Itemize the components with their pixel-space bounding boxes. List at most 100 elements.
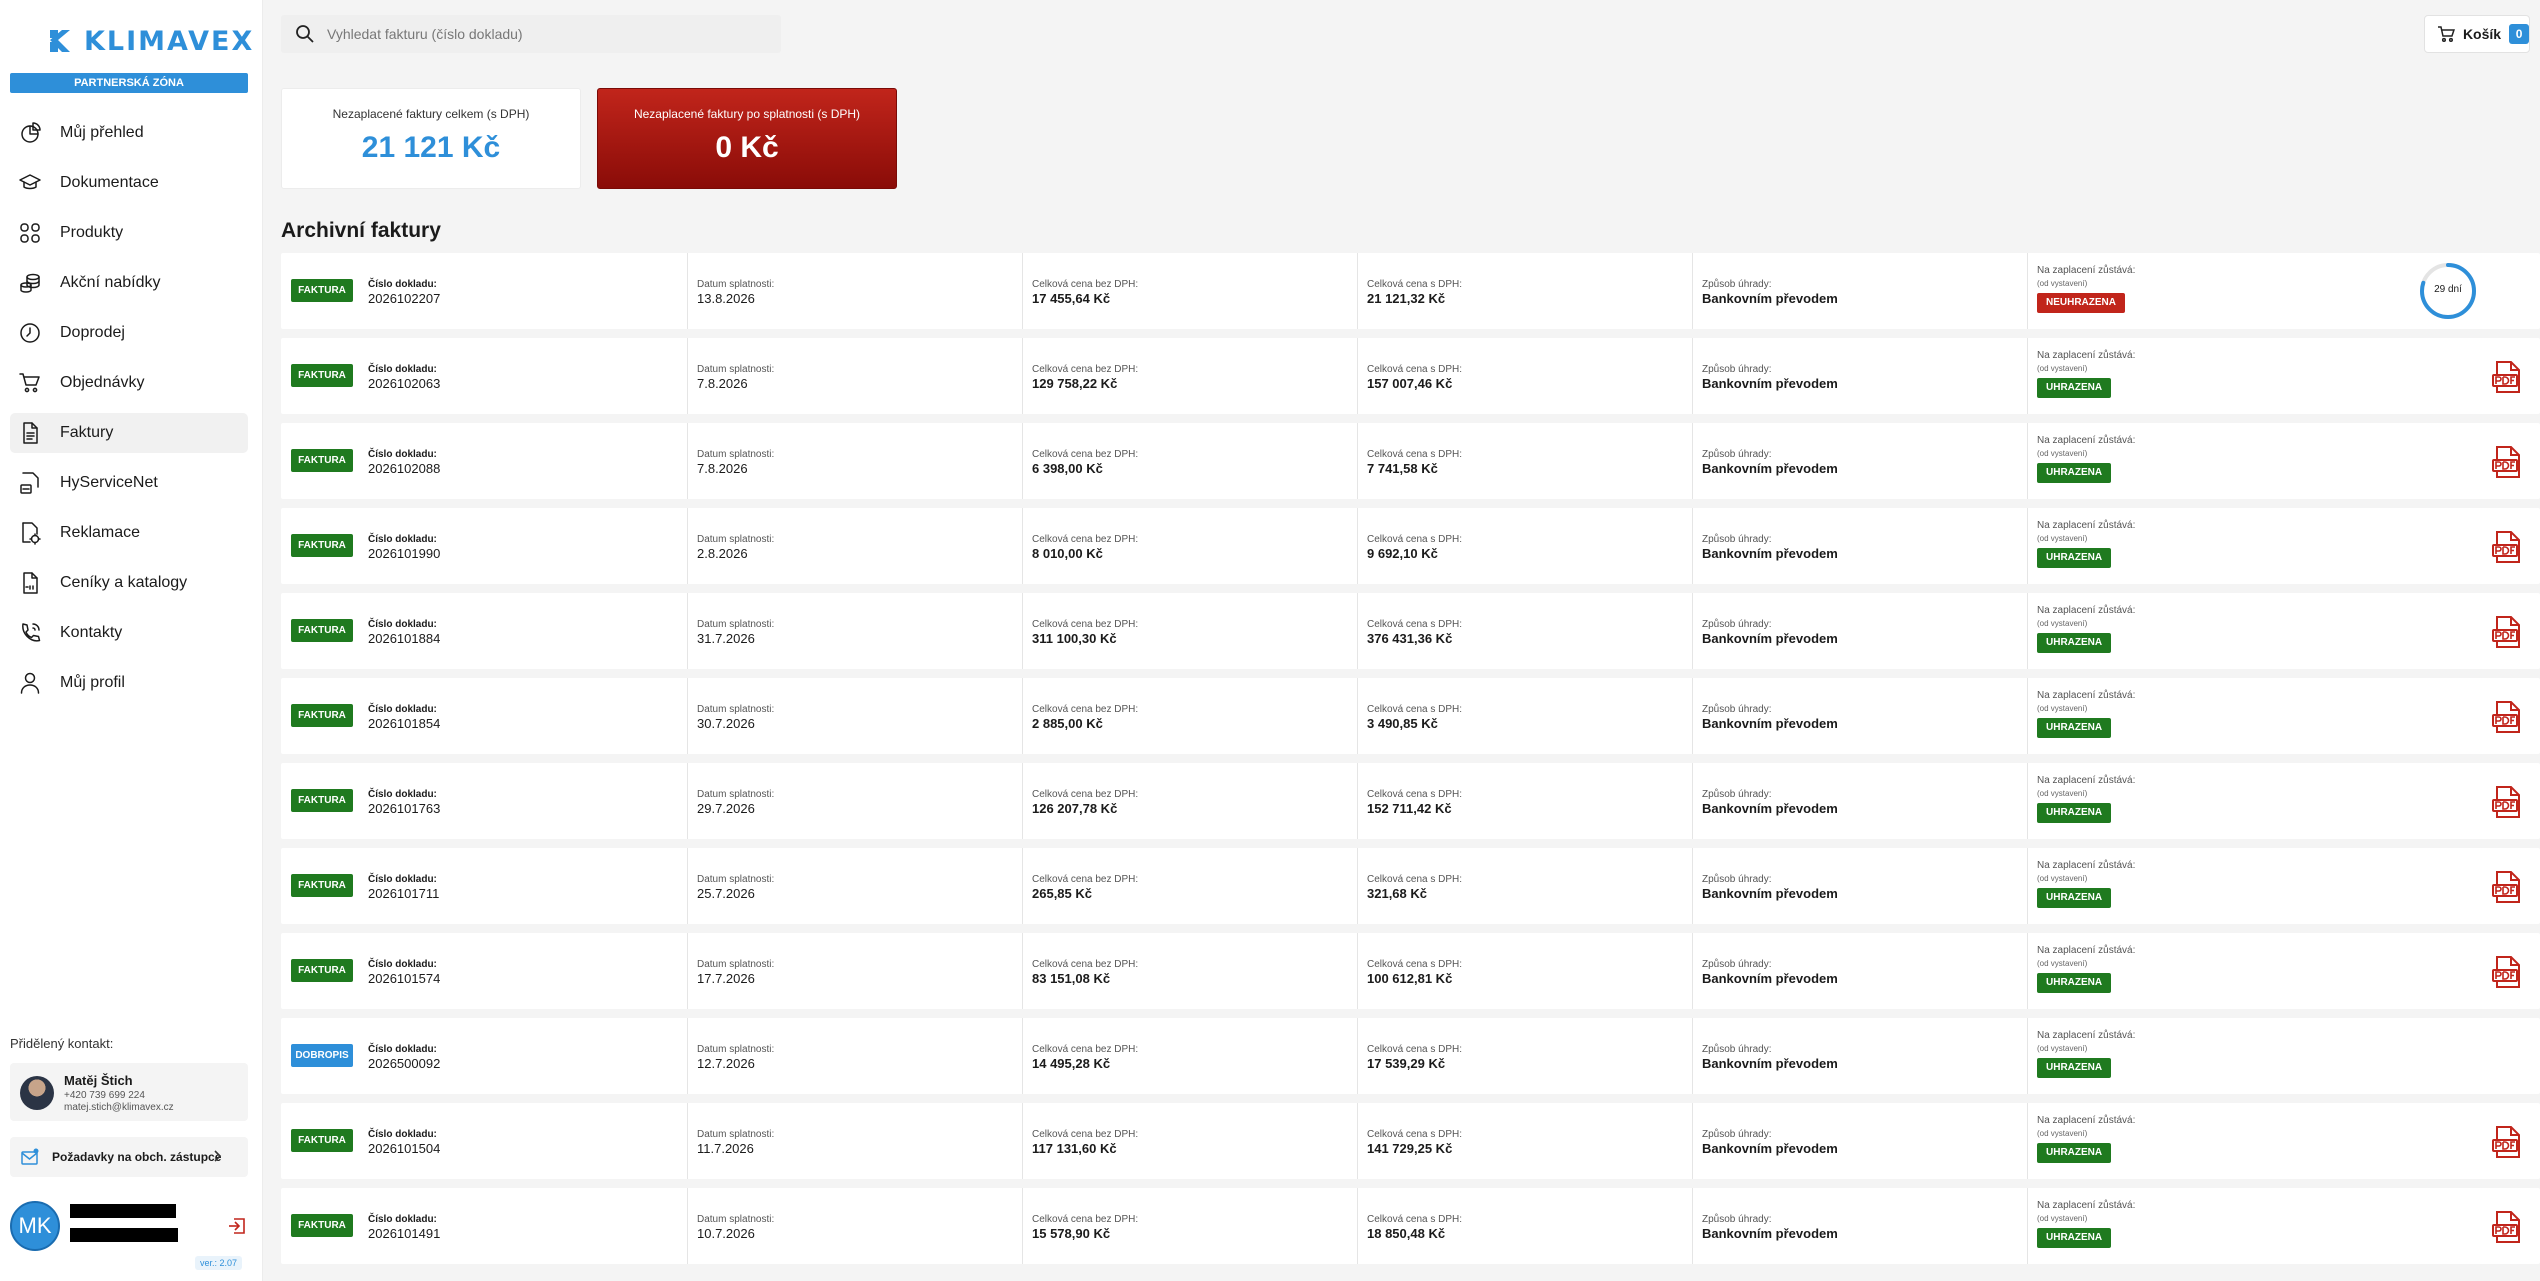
gross-price: 18 850,48 Kč xyxy=(1367,1226,1446,1241)
pdf-icon[interactable] xyxy=(2491,360,2523,394)
invoice-number-label: Číslo dokladu: xyxy=(368,874,437,885)
invoice-row[interactable]: FAKTURA Číslo dokladu: 2026101763 Datum spl… xyxy=(281,763,2540,839)
payment-method-label: Způsob úhrady: xyxy=(1702,619,1772,630)
pdf-icon[interactable] xyxy=(2491,1210,2523,1244)
net-price-label: Celková cena bez DPH: xyxy=(1032,704,1139,715)
overdue-total-card: Nezaplacené faktury po splatnosti (s DPH… xyxy=(597,88,897,189)
invoice-number[interactable]: 2026101884 xyxy=(368,631,440,646)
sidebar-item-prehled[interactable]: Můj přehled xyxy=(10,113,248,153)
gross-price: 17 539,29 Kč xyxy=(1367,1056,1446,1071)
sidebar-item-hyservicenet[interactable]: HyServiceNet xyxy=(10,463,248,503)
pdf-icon[interactable] xyxy=(2491,785,2523,819)
payment-method-cell: Způsob úhrady: Bankovním převodem xyxy=(1692,933,2027,1009)
invoice-number[interactable]: 2026101574 xyxy=(368,971,440,986)
invoice-number[interactable]: 2026102207 xyxy=(368,291,440,306)
gross-price-label: Celková cena s DPH: xyxy=(1367,534,1463,545)
invoice-number-label: Číslo dokladu: xyxy=(368,1129,437,1140)
sidebar-item-dokumentace[interactable]: Dokumentace xyxy=(10,163,248,203)
pdf-icon[interactable] xyxy=(2491,615,2523,649)
gross-price-label: Celková cena s DPH: xyxy=(1367,619,1463,630)
net-price-cell: Celková cena bez DPH: 311 100,30 Kč xyxy=(1022,593,1357,669)
pdf-icon[interactable] xyxy=(2491,1125,2523,1159)
invoice-number[interactable]: 2026102063 xyxy=(368,376,440,391)
redacted-user-name xyxy=(70,1204,176,1218)
brand-logo[interactable]: KLIMAVEX xyxy=(48,24,254,58)
coins-icon xyxy=(20,273,40,293)
sidebar-item-faktury[interactable]: Faktury xyxy=(10,413,248,453)
invoice-row[interactable]: FAKTURA Číslo dokladu: 2026101990 Datum spl… xyxy=(281,508,2540,584)
contact-email[interactable]: matej.stich@klimavex.cz xyxy=(64,1102,174,1113)
invoice-number[interactable]: 2026101491 xyxy=(368,1226,440,1241)
pdf-icon[interactable] xyxy=(2491,530,2523,564)
invoice-search-input[interactable] xyxy=(327,26,747,42)
sidebar-item-label: Objednávky xyxy=(60,374,145,391)
sidebar-item-doprodej[interactable]: Doprodej xyxy=(10,313,248,353)
invoice-number[interactable]: 2026101854 xyxy=(368,716,440,731)
payment-method: Bankovním převodem xyxy=(1702,716,1838,731)
sidebar-item-produkty[interactable]: Produkty xyxy=(10,213,248,253)
pdf-icon[interactable] xyxy=(2491,700,2523,734)
invoice-number-cell: Číslo dokladu: 2026101491 xyxy=(366,1188,700,1264)
pdf-icon[interactable] xyxy=(2491,955,2523,989)
invoice-number[interactable]: 2026500092 xyxy=(368,1056,440,1071)
invoice-row[interactable]: FAKTURA Číslo dokladu: 2026101884 Datum spl… xyxy=(281,593,2540,669)
cart-button[interactable]: Košík 0 xyxy=(2424,15,2530,53)
user-avatar[interactable]: MK xyxy=(10,1201,60,1251)
remaining-cell: Na zaplacení zůstává: (od vystavení) UHRAZ… xyxy=(2027,763,2362,839)
pdf-icon[interactable] xyxy=(2491,870,2523,904)
sidebar-item-label: HyServiceNet xyxy=(60,474,158,491)
payment-method-label: Způsob úhrady: xyxy=(1702,1214,1772,1225)
invoice-number[interactable]: 2026101990 xyxy=(368,546,440,561)
graduation-cap-icon xyxy=(19,174,41,190)
brand-mark-icon xyxy=(50,30,70,52)
gross-price-label: Celková cena s DPH: xyxy=(1367,704,1463,715)
invoice-row[interactable]: DOBROPIS Číslo dokladu: 2026500092 Datum sp… xyxy=(281,1018,2540,1094)
invoice-number[interactable]: 2026102088 xyxy=(368,461,440,476)
invoice-row[interactable]: FAKTURA Číslo dokladu: 2026101854 Datum spl… xyxy=(281,678,2540,754)
remaining-sublabel: (od vystavení) xyxy=(2037,534,2088,543)
invoice-row[interactable]: FAKTURA Číslo dokladu: 2026101711 Datum spl… xyxy=(281,848,2540,924)
due-date-cell: Datum splatnosti: 7.8.2026 xyxy=(687,423,1022,499)
remaining-sublabel: (od vystavení) xyxy=(2037,874,2088,883)
net-price-cell: Celková cena bez DPH: 14 495,28 Kč xyxy=(1022,1018,1357,1094)
gross-price: 100 612,81 Kč xyxy=(1367,971,1453,986)
invoice-number-cell: Číslo dokladu: 2026101990 xyxy=(366,508,700,584)
sales-rep-requests-button[interactable]: Požadavky na obch. zástupce xyxy=(10,1137,248,1177)
net-price-cell: Celková cena bez DPH: 83 151,08 Kč xyxy=(1022,933,1357,1009)
due-date-label: Datum splatnosti: xyxy=(697,449,775,460)
invoice-row[interactable]: FAKTURA Číslo dokladu: 2026102063 Datum spl… xyxy=(281,338,2540,414)
gross-price-label: Celková cena s DPH: xyxy=(1367,449,1463,460)
invoice-row[interactable]: FAKTURA Číslo dokladu: 2026102207 Datum spl… xyxy=(281,253,2540,329)
sidebar-item-label: Kontakty xyxy=(60,624,123,641)
sidebar-item-akce[interactable]: Akční nabídky xyxy=(10,263,248,303)
invoice-row[interactable]: FAKTURA Číslo dokladu: 2026101491 Datum spl… xyxy=(281,1188,2540,1264)
net-price: 83 151,08 Kč xyxy=(1032,971,1111,986)
contact-name: Matěj Štich xyxy=(64,1073,133,1088)
invoice-number[interactable]: 2026101763 xyxy=(368,801,440,816)
due-date-label: Datum splatnosti: xyxy=(697,1044,775,1055)
logout-icon[interactable] xyxy=(226,1215,248,1237)
invoice-row[interactable]: FAKTURA Číslo dokladu: 2026102088 Datum spl… xyxy=(281,423,2540,499)
remaining-cell: Na zaplacení zůstává: (od vystavení) UHRAZ… xyxy=(2027,593,2362,669)
invoice-number[interactable]: 2026101504 xyxy=(368,1141,440,1156)
invoice-row[interactable]: FAKTURA Číslo dokladu: 2026101574 Datum spl… xyxy=(281,933,2540,1009)
document-icon xyxy=(23,422,38,444)
sidebar-item-ceniky[interactable]: Ceníky a katalogy xyxy=(10,563,248,603)
remaining-label: Na zaplacení zůstává: xyxy=(2037,775,2136,786)
payment-method: Bankovním převodem xyxy=(1702,971,1838,986)
sidebar-item-objednavky[interactable]: Objednávky xyxy=(10,363,248,403)
sidebar-item-profil[interactable]: Můj profil xyxy=(10,663,248,703)
remaining-sublabel: (od vystavení) xyxy=(2037,619,2088,628)
remaining-sublabel: (od vystavení) xyxy=(2037,959,2088,968)
document-type-tag: FAKTURA xyxy=(291,619,353,642)
pdf-icon[interactable] xyxy=(2491,445,2523,479)
payment-method: Bankovním převodem xyxy=(1702,546,1838,561)
contact-phone[interactable]: +420 739 699 224 xyxy=(64,1090,145,1101)
payment-status-badge: UHRAZENA xyxy=(2037,1058,2112,1078)
payment-status-badge: UHRAZENA xyxy=(2037,973,2112,993)
invoice-number[interactable]: 2026101711 xyxy=(368,886,439,901)
sidebar-item-reklamace[interactable]: Reklamace xyxy=(10,513,248,553)
net-price: 14 495,28 Kč xyxy=(1032,1056,1111,1071)
invoice-row[interactable]: FAKTURA Číslo dokladu: 2026101504 Datum spl… xyxy=(281,1103,2540,1179)
sidebar-item-kontakty[interactable]: Kontakty xyxy=(10,613,248,653)
